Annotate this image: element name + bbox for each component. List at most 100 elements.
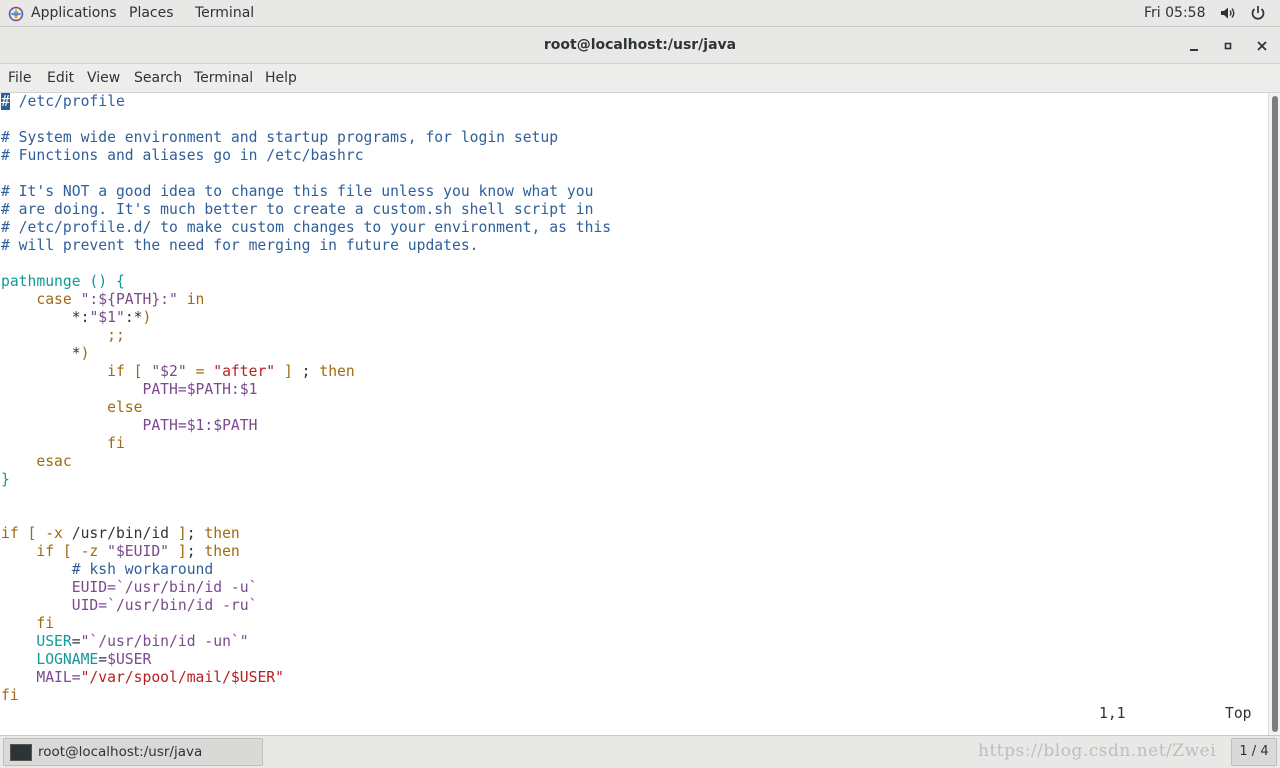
code-token: # /etc/profile.d/ to make custom changes… <box>1 219 612 236</box>
code-token: UID=`/usr/bin/id -ru` <box>71 597 258 614</box>
code-token: in <box>186 291 205 308</box>
code-line: EUID=`/usr/bin/id -u` <box>1 579 611 597</box>
code-line: case ":${PATH}:" in <box>1 291 611 309</box>
code-token: pathmunge () { <box>1 273 125 290</box>
menu-file[interactable]: File <box>8 64 31 93</box>
places-menu[interactable]: Places <box>129 0 174 27</box>
code-token: "/var/spool/mail/$USER" <box>80 669 284 686</box>
code-line: # System wide environment and startup pr… <box>1 129 611 147</box>
code-token: *: <box>1 309 90 326</box>
scrollbar-thumb[interactable] <box>1272 96 1278 732</box>
code-token: # ksh workaround <box>71 561 214 578</box>
window-titlebar[interactable]: root@localhost:/usr/java <box>0 27 1280 64</box>
code-line: # /etc/profile <box>1 93 611 111</box>
code-line: UID=`/usr/bin/id -ru` <box>1 597 611 615</box>
code-line: pathmunge () { <box>1 273 611 291</box>
code-token: /usr/bin/id <box>62 525 178 542</box>
code-token: if [ <box>107 363 152 380</box>
close-icon[interactable] <box>1252 36 1272 56</box>
menu-terminal[interactable]: Terminal <box>194 64 253 93</box>
code-line: ;; <box>1 327 611 345</box>
code-token: fi <box>107 435 125 452</box>
code-line: # Functions and aliases go in /etc/bashr… <box>1 147 611 165</box>
code-line: else <box>1 399 611 417</box>
code-line: # ksh workaround <box>1 561 611 579</box>
code-line: # are doing. It's much better to create … <box>1 201 611 219</box>
app-logo-icon <box>8 6 24 22</box>
code-token: # System wide environment and startup pr… <box>1 129 559 146</box>
taskbar-window-button[interactable]: root@localhost:/usr/java <box>3 738 263 766</box>
menu-search[interactable]: Search <box>134 64 182 93</box>
code-token: ] <box>177 525 187 542</box>
code-line: *) <box>1 345 611 363</box>
code-line: # /etc/profile.d/ to make custom changes… <box>1 219 611 237</box>
volume-icon[interactable] <box>1219 4 1237 22</box>
scrollbar[interactable] <box>1268 93 1280 735</box>
taskbar: root@localhost:/usr/java https://blog.cs… <box>0 735 1280 768</box>
code-token: } <box>1 471 10 488</box>
code-token: PATH=$1:$PATH <box>142 417 258 434</box>
menu-view[interactable]: View <box>87 64 120 93</box>
code-token: USER <box>36 633 72 650</box>
code-line: if [ -x /usr/bin/id ]; then <box>1 525 611 543</box>
scroll-indicator: Top <box>1225 705 1252 722</box>
code-token: MAIL= <box>36 669 81 686</box>
terminal-app-menu[interactable]: Terminal <box>195 0 254 27</box>
code-token: ) <box>80 345 90 362</box>
code-token: fi <box>36 615 55 632</box>
code-line: *:"$1":*) <box>1 309 611 327</box>
code-token: else <box>107 399 143 416</box>
code-token: "$1" <box>89 309 125 326</box>
code-line: # It's NOT a good idea to change this fi… <box>1 183 611 201</box>
clock[interactable]: Fri 05:58 <box>1144 0 1205 27</box>
code-token: fi <box>1 687 19 704</box>
menu-edit[interactable]: Edit <box>47 64 74 93</box>
code-line: fi <box>1 615 611 633</box>
cursor-position: 1,1 <box>1099 705 1126 722</box>
code-token: "`/usr/bin/id -un`" <box>80 633 249 650</box>
code-token: then <box>319 363 355 380</box>
code-token: then <box>204 543 240 560</box>
code-token: ] <box>284 363 293 380</box>
code-token: case <box>36 291 72 308</box>
minimize-icon[interactable] <box>1184 36 1204 56</box>
code-line: LOGNAME=$USER <box>1 651 611 669</box>
code-line: PATH=$1:$PATH <box>1 417 611 435</box>
menu-help[interactable]: Help <box>265 64 297 93</box>
workspace-indicator[interactable]: 1 / 4 <box>1231 738 1277 766</box>
code-line: fi <box>1 687 611 705</box>
code-line: esac <box>1 453 611 471</box>
code-line: if [ -z "$EUID" ]; then <box>1 543 611 561</box>
code-token: "$2" <box>151 363 187 380</box>
top-bar: Applications Places Terminal Fri 05:58 <box>0 0 1280 27</box>
code-token: /etc/profile <box>9 93 125 110</box>
code-token: esac <box>36 453 72 470</box>
window-title: root@localhost:/usr/java <box>543 37 737 53</box>
terminal-view[interactable]: # /etc/profile # System wide environment… <box>0 93 1268 735</box>
applications-menu[interactable]: Applications <box>31 0 117 27</box>
maximize-icon[interactable] <box>1218 36 1238 56</box>
code-token: LOGNAME <box>36 651 99 668</box>
code-token: EUID=`/usr/bin/id -u` <box>71 579 258 596</box>
code-line: USER="`/usr/bin/id -un`" <box>1 633 611 651</box>
code-token: ":${PATH}:" <box>80 291 178 308</box>
code-token: "$EUID" <box>107 543 170 560</box>
code-line: fi <box>1 435 611 453</box>
code-token: PATH=$PATH:$1 <box>142 381 258 398</box>
power-icon[interactable] <box>1249 4 1267 22</box>
